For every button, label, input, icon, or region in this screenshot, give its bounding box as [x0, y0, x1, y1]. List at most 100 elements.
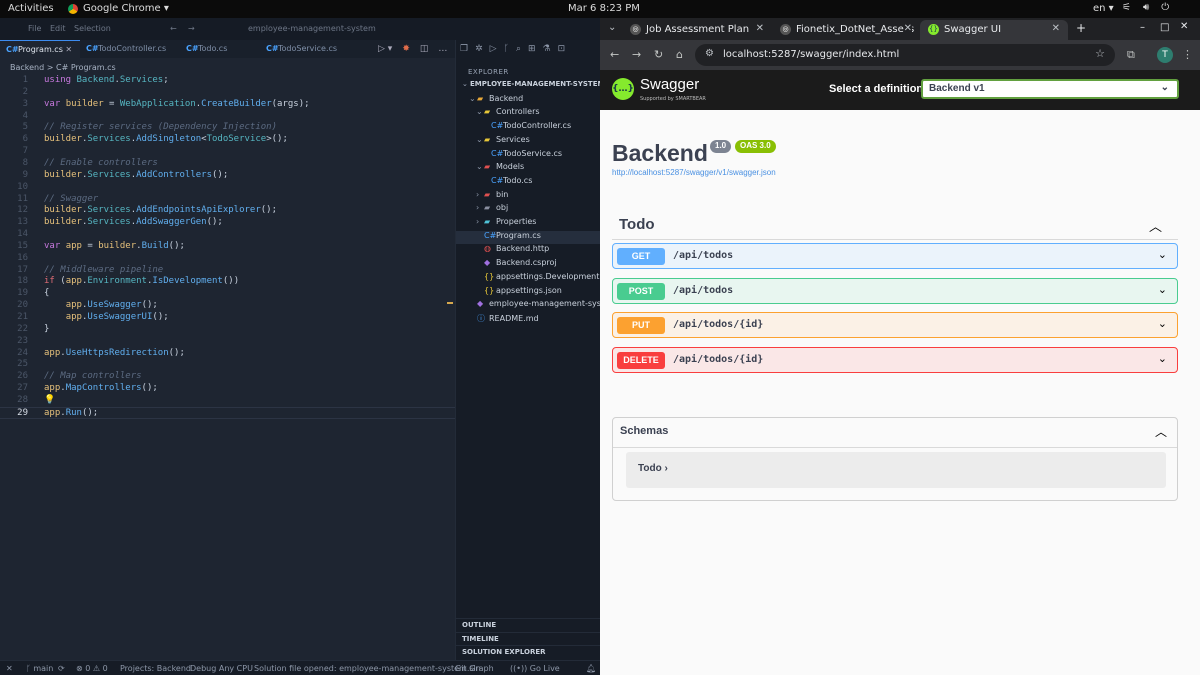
more-icon[interactable]: …	[438, 44, 447, 54]
sync-icon[interactable]: ⟳	[58, 664, 65, 673]
system-tray[interactable]: ⚟ 🔊︎ ⏻	[1122, 2, 1169, 13]
chevron-up-icon[interactable]: ︿	[1155, 423, 1167, 440]
clock[interactable]: Mar 6 8:23 PM	[568, 3, 640, 14]
code-line[interactable]: 19 {	[0, 288, 455, 300]
explorer-item[interactable]: ⌄ EMPLOYEE-MANAGEMENT-SYSTEM	[456, 80, 601, 93]
home-icon[interactable]: ⌂	[676, 48, 683, 61]
explorer-item[interactable]: › ▰ bin	[456, 190, 601, 203]
code-line[interactable]: 1 using Backend.Services;	[0, 75, 455, 87]
explorer-item[interactable]: › ▰ Properties	[456, 217, 601, 230]
debug-icon[interactable]: ✸	[402, 44, 410, 54]
code-line[interactable]: 5 // Register services (Dependency Inject…	[0, 122, 455, 134]
explorer-item[interactable]: {} appsettings.json	[456, 286, 601, 299]
code-line[interactable]: 23	[0, 336, 455, 348]
explorer-item[interactable]: ◆ Backend.csproj	[456, 258, 601, 271]
close-window-icon[interactable]: ✕	[1180, 21, 1188, 32]
code-line[interactable]: 28 💡	[0, 395, 455, 407]
code-line[interactable]: 29 app.Run();	[0, 406, 455, 419]
explorer-item[interactable]: ⌄▰ Services	[456, 135, 601, 148]
explorer-item[interactable]: ⌄▰ Models	[456, 162, 601, 175]
tab-todo-cs[interactable]: C# Todo.cs	[180, 40, 255, 58]
explorer-section[interactable]: TIMELINE	[456, 631, 601, 645]
schemas-title[interactable]: Schemas	[620, 425, 668, 437]
code-line[interactable]: 16	[0, 253, 455, 265]
browser-tab-swagger[interactable]: {} Swagger UI ✕	[920, 20, 1068, 40]
breadcrumb[interactable]: Backend > C# Program.cs	[10, 63, 116, 72]
code-line[interactable]: 27 app.MapControllers();	[0, 383, 455, 395]
explorer-item[interactable]: {} appsettings.Development.j...	[456, 272, 601, 285]
minimize-icon[interactable]: –	[1140, 22, 1145, 33]
remote-indicator[interactable]: ✕	[6, 664, 13, 673]
profile-avatar[interactable]: T	[1157, 47, 1173, 63]
search-icon[interactable]: ⌕	[516, 44, 521, 54]
code-line[interactable]: 8 // Enable controllers	[0, 158, 455, 170]
forward-icon[interactable]: →	[632, 48, 641, 61]
command-center[interactable]: employee-management-system	[248, 24, 376, 33]
code-line[interactable]: 11 // Swagger	[0, 194, 455, 206]
arrow-left-icon[interactable]: ←	[170, 24, 177, 33]
explorer-item[interactable]: C#TodoService.cs	[456, 149, 601, 162]
code-line[interactable]: 2	[0, 87, 455, 99]
operation-put[interactable]: PUT/api/todos/{id} ⌄	[612, 312, 1178, 338]
code-line[interactable]: 24 app.UseHttpsRedirection();	[0, 348, 455, 360]
tab-todocontroller-cs[interactable]: C# TodoController.cs	[80, 40, 180, 58]
reload-icon[interactable]: ↻	[654, 48, 663, 61]
new-tab-button[interactable]: +	[1076, 21, 1086, 35]
operation-post[interactable]: POST/api/todos ⌄	[612, 277, 1178, 304]
projects-status[interactable]: Projects: Backend	[120, 664, 191, 673]
code-line[interactable]: 3 var builder = WebApplication.CreateBuil…	[0, 99, 455, 111]
spec-url-link[interactable]: http://localhost:5287/swagger/v1/swagger…	[612, 168, 776, 177]
split-editor-icon[interactable]: ◫	[420, 44, 429, 54]
code-line[interactable]: 21 app.UseSwaggerUI();	[0, 312, 455, 324]
code-line[interactable]: 18 if (app.Environment.IsDevelopment())	[0, 276, 455, 288]
maximize-icon[interactable]: □	[1160, 22, 1169, 33]
explorer-item[interactable]: C#Program.cs	[456, 230, 601, 244]
debug-view-icon[interactable]: ✲	[475, 44, 483, 54]
remote-icon[interactable]: ⊡	[558, 44, 566, 54]
testing-icon[interactable]: ⚗	[543, 44, 551, 54]
menu-edit[interactable]: Edit	[50, 24, 66, 33]
explorer-item[interactable]: ◍ Backend.http	[456, 244, 601, 257]
tab-todoservice-cs[interactable]: C# TodoService.cs	[260, 40, 360, 58]
code-line[interactable]: 22}	[0, 324, 455, 336]
explorer-item[interactable]: ⌄▰ Backend	[456, 94, 601, 107]
schema-model-todo[interactable]: Todo ›	[626, 452, 1166, 488]
debug-config[interactable]: Debug Any CPU	[190, 664, 253, 673]
definition-select[interactable]: Backend v1 ⌄	[921, 79, 1179, 99]
explorer-item[interactable]: ◆ employee-management-syst...	[456, 299, 601, 312]
code-line[interactable]: 7	[0, 146, 455, 158]
close-tab-icon[interactable]: ✕	[903, 23, 912, 34]
swagger-logo-icon[interactable]: {…}	[612, 78, 634, 100]
solution-status[interactable]: Solution file opened: employee-managemen…	[254, 664, 481, 673]
code-line[interactable]: 6 builder.Services.AddSingleton<TodoServi…	[0, 134, 455, 146]
menu-selection[interactable]: Selection	[74, 24, 111, 33]
git-branch[interactable]: ᚴ main	[26, 664, 53, 673]
tag-section-todo[interactable]: Todo ︿	[612, 210, 1178, 240]
extensions-icon[interactable]: ⧉	[1127, 48, 1135, 62]
code-line[interactable]: 4	[0, 111, 455, 123]
code-line[interactable]: 10	[0, 182, 455, 194]
code-line[interactable]: 25	[0, 359, 455, 371]
git-graph[interactable]: Git Graph	[455, 664, 494, 673]
menu-file[interactable]: File	[28, 24, 41, 33]
files-icon[interactable]: ❐	[460, 44, 468, 54]
app-menu[interactable]: Google Chrome ▾	[68, 3, 169, 14]
code-line[interactable]: 9 builder.Services.AddControllers();	[0, 170, 455, 182]
code-editor[interactable]: 1 using Backend.Services; 2 3 var builder = …	[0, 73, 455, 673]
close-tab-icon[interactable]: ✕	[756, 23, 764, 34]
explorer-item[interactable]: ⌄▰ Controllers	[456, 107, 601, 120]
address-bar[interactable]: ⚙ localhost:5287/swagger/index.html ☆	[695, 44, 1115, 66]
operation-get[interactable]: GET/api/todos ⌄	[612, 243, 1178, 269]
operation-delete[interactable]: DELETE/api/todos/{id} ⌄	[612, 346, 1178, 373]
back-icon[interactable]: ←	[610, 48, 619, 61]
code-line[interactable]: 17 // Middleware pipeline	[0, 265, 455, 277]
run-view-icon[interactable]: ▷	[490, 44, 497, 54]
site-info-icon[interactable]: ⚙	[705, 48, 714, 59]
code-line[interactable]: 13 builder.Services.AddSwaggerGen();	[0, 217, 455, 229]
tab-search-icon[interactable]: ⌄	[608, 22, 616, 33]
explorer-item[interactable]: C#TodoController.cs	[456, 121, 601, 134]
explorer-item[interactable]: ⓘ README.md	[456, 313, 601, 326]
bookmark-star-icon[interactable]: ☆	[1095, 47, 1105, 60]
code-line[interactable]: 14	[0, 229, 455, 241]
go-live[interactable]: ((•)) Go Live	[510, 664, 560, 673]
